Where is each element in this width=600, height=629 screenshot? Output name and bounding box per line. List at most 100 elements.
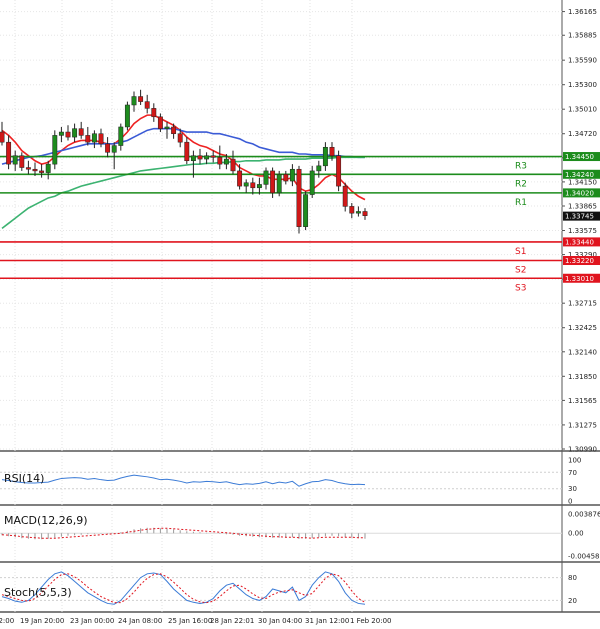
price-tick-label: 1.36165 xyxy=(568,8,597,16)
candle-body xyxy=(144,101,150,109)
price-tick-label: 1.35885 xyxy=(568,32,597,40)
candle-body xyxy=(164,126,170,129)
candle-body xyxy=(32,168,38,172)
candle-body xyxy=(349,206,355,214)
candle-body xyxy=(78,128,84,136)
price-tick-label: 1.32140 xyxy=(568,348,597,356)
candle-body xyxy=(151,108,157,118)
price-tick-label: 1.31275 xyxy=(568,421,597,429)
candle-body xyxy=(289,168,295,182)
time-tick-label: 24 Jan 08:00 xyxy=(118,617,162,625)
candle-body xyxy=(210,155,216,158)
stoch-title: Stoch(5,5,3) xyxy=(4,586,72,599)
candle-body xyxy=(131,96,137,106)
rsi-tick-label: 70 xyxy=(568,469,577,477)
candle-body xyxy=(0,131,5,143)
time-tick-label: 12:00 xyxy=(0,617,14,625)
candle-body xyxy=(355,211,361,214)
candle-body xyxy=(362,211,368,216)
axis-layer: 1.36165 1.35885 1.35590 1.35300 1.35010 1.347… xyxy=(0,8,600,625)
price-tick-label: 1.31565 xyxy=(568,397,597,405)
candle-body xyxy=(58,131,64,136)
candle-body xyxy=(204,155,210,160)
price-tick-label: 1.34150 xyxy=(568,178,597,186)
candle-body xyxy=(6,141,12,165)
candle-body xyxy=(250,182,256,189)
candle-body xyxy=(157,116,163,129)
price-panel: R3 R2 R1 S1 S2 S3 xyxy=(0,89,562,293)
candle-body xyxy=(91,133,97,143)
macd-panel: MACD(12,26,9) xyxy=(0,514,562,540)
candle-body xyxy=(85,135,91,143)
candle-body xyxy=(237,170,243,187)
level-price-label: 1.33220 xyxy=(565,257,594,265)
candle-body xyxy=(263,170,269,185)
price-tick-label: 1.33575 xyxy=(568,227,597,235)
price-tick-label: 1.34720 xyxy=(568,130,597,138)
price-tick-label: 1.35300 xyxy=(568,81,597,89)
candle-body xyxy=(316,165,322,172)
rsi-tick-label: 0 xyxy=(568,498,572,506)
candle-body xyxy=(98,133,104,145)
time-tick-label: 30 Jan 04:00 xyxy=(258,617,302,625)
time-tick-label: 28 Jan 22:01 xyxy=(210,617,254,625)
level-label-r1: R1 xyxy=(515,198,527,208)
macd-tick-label: -0.004583 xyxy=(568,553,600,561)
candle-body xyxy=(138,96,144,102)
candle-body xyxy=(296,168,302,227)
candle-body xyxy=(171,126,177,134)
candle-body xyxy=(65,131,71,138)
candle-body xyxy=(283,174,289,182)
candle-body xyxy=(177,133,183,143)
macd-tick-label: 0.00 xyxy=(568,530,584,538)
macd-title: MACD(12,26,9) xyxy=(4,514,88,527)
candle-body xyxy=(217,157,223,165)
candle-body xyxy=(336,155,342,187)
candle-body xyxy=(25,167,31,170)
candle-body xyxy=(118,126,124,146)
candle-body xyxy=(111,145,117,153)
level-price-label: 1.34020 xyxy=(565,189,594,197)
candle-body xyxy=(256,184,262,189)
candle-body xyxy=(45,163,51,173)
time-tick-label: 23 Jan 00:00 xyxy=(70,617,114,625)
candle-body xyxy=(124,104,130,128)
current-price-label: 1.33745 xyxy=(565,213,594,221)
candle-body xyxy=(52,135,58,165)
candle-body xyxy=(322,146,328,167)
rsi-panel: RSI(14) xyxy=(0,471,562,490)
candle-body xyxy=(184,141,190,162)
level-price-label: 1.33440 xyxy=(565,238,594,246)
price-tick-label: 1.32425 xyxy=(568,324,597,332)
time-tick-label: 1 Feb 20:00 xyxy=(350,617,391,625)
price-tick-label: 1.31850 xyxy=(568,373,597,381)
candle-body xyxy=(19,155,25,168)
candle-body xyxy=(190,155,196,162)
candle-body xyxy=(72,128,78,138)
stoch-tick-label: 80 xyxy=(568,574,577,582)
grid-layer xyxy=(0,0,600,613)
level-label-s1: S1 xyxy=(515,247,526,257)
macd-tick-label: 0.003876 xyxy=(568,511,600,519)
rsi-line xyxy=(1,474,366,487)
time-tick-label: 19 Jan 20:00 xyxy=(20,617,64,625)
time-tick-label: 31 Jan 12:00 xyxy=(305,617,349,625)
level-label-s3: S3 xyxy=(515,283,526,293)
candle-body xyxy=(105,143,111,153)
candle-body xyxy=(197,155,203,160)
price-tick-label: 1.33865 xyxy=(568,202,597,210)
candle-body xyxy=(270,170,276,194)
candle-body xyxy=(230,158,236,172)
candle-body xyxy=(223,158,229,165)
price-tick-label: 1.32715 xyxy=(568,300,597,308)
candle-body xyxy=(276,174,282,194)
price-tick-label: 1.35590 xyxy=(568,57,597,65)
level-price-label: 1.34240 xyxy=(565,171,594,179)
candle-body xyxy=(309,170,315,195)
level-label-r3: R3 xyxy=(515,162,527,172)
candle-body xyxy=(39,170,45,173)
rsi-tick-label: 30 xyxy=(568,485,577,493)
stoch-panel: Stoch(5,5,3) xyxy=(0,571,562,605)
rsi-title: RSI(14) xyxy=(4,472,44,485)
candle-body xyxy=(303,194,309,227)
